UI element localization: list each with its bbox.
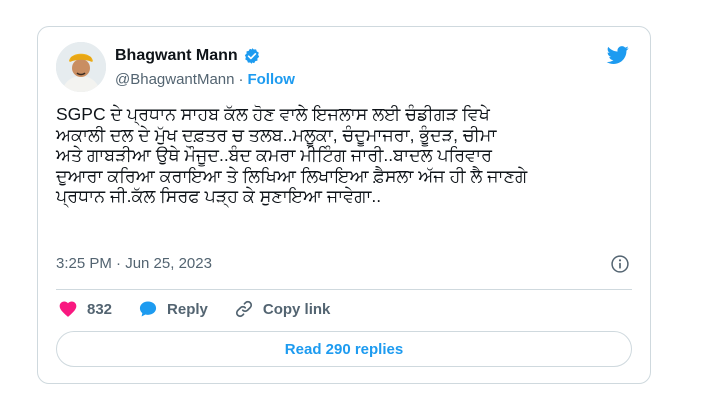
reply-button[interactable]: Reply <box>138 299 208 319</box>
author-handle-row: @BhagwantMann · Follow <box>115 71 295 88</box>
info-icon[interactable] <box>610 254 630 274</box>
like-count: 832 <box>87 300 113 318</box>
tweet-timestamp[interactable]: 3:25 PM · Jun 25, 2023 <box>56 255 212 272</box>
twitter-bird-icon[interactable] <box>605 44 631 66</box>
divider <box>56 289 632 290</box>
author-name[interactable]: Bhagwant Mann <box>115 47 238 65</box>
author-name-row: Bhagwant Mann <box>115 47 261 65</box>
like-button[interactable]: 832 <box>58 299 112 319</box>
author-handle[interactable]: @BhagwantMann <box>115 71 234 88</box>
reply-label: Reply <box>167 300 208 318</box>
verified-icon <box>243 47 261 65</box>
tweet-card: Bhagwant Mann @BhagwantMann · Follow SGP… <box>37 26 651 384</box>
copy-link-label: Copy link <box>262 300 331 318</box>
separator-dot: · <box>238 71 244 88</box>
follow-button[interactable]: Follow <box>247 71 295 88</box>
copy-link-button[interactable]: Copy link <box>234 299 331 319</box>
read-replies-button[interactable]: Read 290 replies <box>56 331 632 367</box>
read-replies-label: Read 290 replies <box>284 340 404 358</box>
tweet-actions: 832 Reply Copy link <box>58 298 356 320</box>
copy-link-icon <box>235 300 252 318</box>
reply-bubble-icon <box>139 301 157 317</box>
tweet-text: SGPC ਦੇ ਪ੍ਰਧਾਨ ਸਾਹਬ ਕੱਲ ਹੋਣ ਵਾਲੇ ਇਜਲਾਸ ਲ… <box>56 104 528 206</box>
heart-icon <box>59 301 77 317</box>
avatar[interactable] <box>56 42 106 92</box>
